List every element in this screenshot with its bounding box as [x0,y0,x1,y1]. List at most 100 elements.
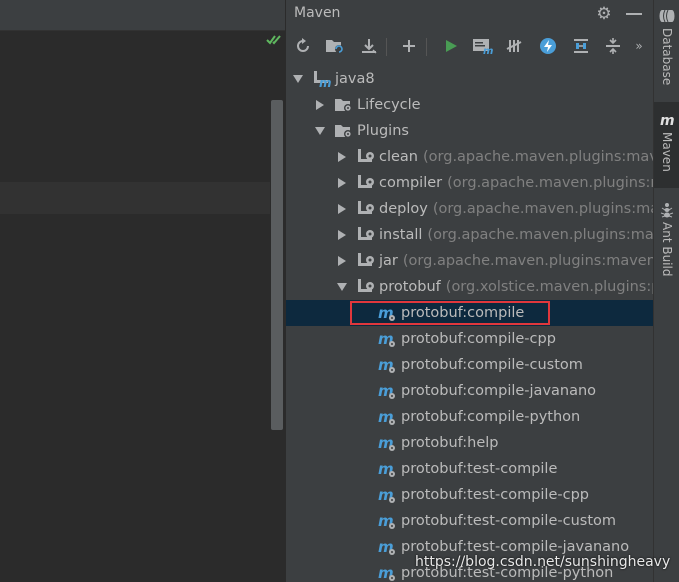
download-sources-icon[interactable] [358,35,380,57]
tree-node-plugin[interactable]: jar (org.apache.maven.plugins:maven-jar-… [286,248,653,274]
tree-node-goal[interactable]: m protobuf:compile-custom [286,352,653,378]
tree-node-goal[interactable]: m protobuf:compile-javanano [286,378,653,404]
chevron-right-icon[interactable] [314,99,326,111]
plugin-coordinates: (org.apache.maven.plugins:maven-compiler… [447,175,653,191]
maven-toolbar: m » [286,30,653,62]
goal-label: protobuf:test-compile-cpp [401,487,589,503]
plugin-icon [356,252,376,270]
maven-goal-icon: m [378,564,398,582]
plugin-icon [356,226,376,244]
tree-node-label: Plugins [357,123,409,139]
run-icon[interactable] [440,35,462,57]
svg-text:m: m [660,113,675,128]
plugin-coordinates: (org.apache.maven.plugins:maven-jar-plug… [402,253,653,269]
collapse-all-icon[interactable] [602,35,624,57]
tree-node-goal[interactable]: m protobuf:compile-python [286,404,653,430]
plugin-name: compiler [379,175,443,191]
skip-tests-icon[interactable] [537,35,559,57]
tab-maven[interactable]: m Maven [654,102,679,188]
tab-database[interactable]: Database [654,4,679,96]
plugin-coordinates: (org.apache.maven.plugins:maven-deploy-p… [432,201,653,217]
goal-label: protobuf:compile-python [401,409,581,425]
editor-area[interactable] [0,0,285,582]
chevron-right-icon[interactable] [336,151,348,163]
plugin-icon [356,200,376,218]
maven-goal-icon: m [378,512,398,530]
plugin-icon [356,148,376,166]
more-actions-icon[interactable]: » [632,35,646,57]
tree-node-lifecycle[interactable]: Lifecycle [286,92,653,118]
tree-node-plugin[interactable]: deploy (org.apache.maven.plugins:maven-d… [286,196,653,222]
chevron-right-icon[interactable] [336,177,348,189]
plugin-name: clean [379,149,418,165]
toolbar-separator [386,38,387,56]
toolbar-separator [426,38,427,56]
execute-goal-icon[interactable]: m [472,35,494,57]
gear-icon[interactable]: ⚙ [594,4,614,24]
tree-node-plugins[interactable]: Plugins [286,118,653,144]
plugin-coordinates: (org.apache.maven.plugins:maven-install-… [427,227,653,243]
ant-icon [660,203,674,218]
maven-goal-icon: m [378,330,398,348]
chevron-down-icon[interactable] [336,281,348,293]
chevron-right-icon[interactable] [336,255,348,267]
tree-node-goal[interactable]: m protobuf:test-compile [286,456,653,482]
double-check-icon [266,35,281,45]
tree-node-label: Lifecycle [357,97,421,113]
chevron-down-icon[interactable] [292,73,304,85]
folder-gear-icon [334,96,354,114]
svg-text:m: m [319,76,332,88]
tree-node-plugin[interactable]: clean (org.apache.maven.plugins:maven-cl… [286,144,653,170]
tab-label: Ant Build [660,222,674,277]
tree-node-root[interactable]: m java8 [286,66,653,92]
maven-goal-icon: m [378,486,398,504]
tree-node-label: java8 [335,71,375,87]
tree-node-goal[interactable]: m protobuf:test-compile-custom [286,508,653,534]
maven-goal-icon: m [378,434,398,452]
tree-node-plugin[interactable]: compiler (org.apache.maven.plugins:maven… [286,170,653,196]
maven-goal-icon: m [378,304,398,322]
plugin-icon [356,278,376,296]
tab-label: Maven [660,132,674,172]
database-icon [659,9,675,23]
panel-title: Maven [294,5,341,21]
plugin-coordinates: (org.apache.maven.plugins:maven-clean-pl… [423,149,653,165]
maven-goal-icon: m [378,408,398,426]
editor-divider-line [0,30,285,31]
plugin-name: protobuf [379,279,441,295]
chevron-right-icon[interactable] [336,203,348,215]
tab-label: Database [660,28,674,86]
folder-gear-icon [334,122,354,140]
plugin-coordinates: (org.xolstice.maven.plugins:protobuf-mav… [445,279,653,295]
goal-label: protobuf:help [401,435,499,451]
goal-label: protobuf:test-compile [401,461,558,477]
maven-panel: Maven ⚙ m » m java8 Lifecycle Plugins cl… [286,0,653,582]
reload-icon[interactable] [292,35,314,57]
maven-goal-icon: m [378,356,398,374]
tree-node-goal[interactable]: m protobuf:compile-cpp [286,326,653,352]
tree-node-plugin[interactable]: install (org.apache.maven.plugins:maven-… [286,222,653,248]
goal-label: protobuf:compile-javanano [401,383,597,399]
generate-sources-icon[interactable] [324,35,346,57]
maven-project-icon: m [312,70,332,90]
plugin-icon [356,174,376,192]
chevron-down-icon[interactable] [314,125,326,137]
chevron-right-icon[interactable] [336,229,348,241]
goal-label: protobuf:test-compile-custom [401,513,617,529]
watermark-text: https://blog.csdn.net/sunshingheavy [415,554,671,570]
current-line-highlight [0,182,270,214]
goal-label: protobuf:compile-cpp [401,331,556,347]
tab-ant-build[interactable]: Ant Build [654,196,679,288]
tree-node-plugin[interactable]: protobuf (org.xolstice.maven.plugins:pro… [286,274,653,300]
svg-text:m: m [483,46,493,55]
toggle-offline-icon[interactable] [504,35,526,57]
editor-scrollbar[interactable] [271,100,283,430]
panel-header: Maven ⚙ [286,0,653,28]
minimize-icon[interactable] [626,13,642,15]
show-dependencies-icon[interactable] [570,35,592,57]
add-icon[interactable] [398,35,420,57]
tree-node-goal[interactable]: m protobuf:test-compile-cpp [286,482,653,508]
tree-node-goal-selected[interactable]: m protobuf:compile [286,300,653,326]
tree-node-goal[interactable]: m protobuf:help [286,430,653,456]
editor-tab-bar [0,0,285,30]
